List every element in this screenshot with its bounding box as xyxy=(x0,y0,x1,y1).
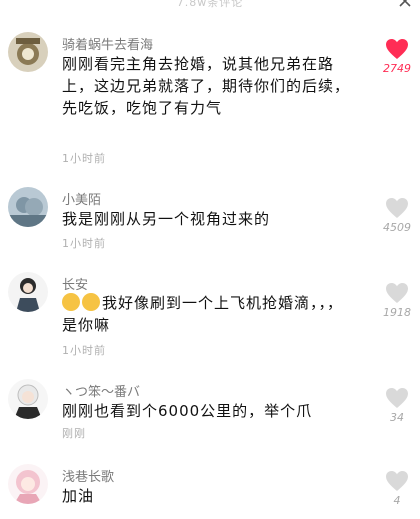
like-count: 1918 xyxy=(383,306,411,319)
comment-item: 浅巷长歌 加油 4 xyxy=(0,460,420,519)
comment-item: ヽつ笨～番バ 刚刚也看到个6000公里的，举个爪 刚刚 34 xyxy=(0,375,420,455)
comment-count-title: 7.8w条评论 xyxy=(176,0,244,9)
like-button[interactable]: 2749 xyxy=(380,38,414,75)
comment-time: 1小时前 xyxy=(62,237,106,250)
avatar[interactable] xyxy=(8,32,48,72)
like-button[interactable]: 4509 xyxy=(380,197,414,234)
avatar[interactable] xyxy=(8,464,48,504)
comment-time: 刚刚 xyxy=(62,427,86,440)
heart-icon xyxy=(386,198,408,218)
avatar[interactable] xyxy=(8,272,48,312)
comment-author[interactable]: 长安 xyxy=(62,274,88,293)
like-button[interactable]: 4 xyxy=(380,470,414,507)
comment-text: 我好像刷到一个上飞机抢婚滴，，，是你嘛 xyxy=(62,292,352,336)
close-icon[interactable] xyxy=(398,0,412,8)
like-button[interactable]: 34 xyxy=(380,387,414,424)
avatar[interactable] xyxy=(8,379,48,419)
comment-text: 刚刚也看到个6000公里的，举个爪 xyxy=(62,402,313,420)
comment-text-body: 我好像刷到一个上飞机抢婚滴，，，是你嘛 xyxy=(62,294,344,334)
comment-author[interactable]: 小美陌 xyxy=(62,189,101,208)
heart-icon xyxy=(386,471,408,491)
comment-time: 1小时前 xyxy=(62,344,106,357)
comments-header: 7.8w条评论 xyxy=(0,0,420,12)
like-button[interactable]: 1918 xyxy=(380,282,414,319)
comment-author[interactable]: 骑着蜗牛去看海 xyxy=(62,34,153,53)
comment-time: 1小时前 xyxy=(62,152,106,165)
comment-item: 骑着蜗牛去看海 刚刚看完主角去抢婚，说其他兄弟在路上，这边兄弟就落了，期待你们的… xyxy=(0,28,420,178)
comment-author[interactable]: 浅巷长歌 xyxy=(62,466,114,485)
like-count: 4509 xyxy=(383,221,411,234)
avatar[interactable] xyxy=(8,187,48,227)
heart-icon xyxy=(386,39,408,59)
comment-text: 我是刚刚从另一个视角过来的 xyxy=(62,210,271,228)
comment-text: 刚刚看完主角去抢婚，说其他兄弟在路上，这边兄弟就落了，期待你们的后续，先吃饭，吃… xyxy=(62,55,351,117)
heart-icon xyxy=(386,283,408,303)
laughing-emoji-icon xyxy=(82,293,100,311)
like-count: 34 xyxy=(390,411,404,424)
comment-item: 长安 我好像刷到一个上飞机抢婚滴，，，是你嘛 1小时前 1918 xyxy=(0,268,420,368)
laughing-emoji-icon xyxy=(62,293,80,311)
comment-item: 小美陌 我是刚刚从另一个视角过来的 1小时前 4509 xyxy=(0,183,420,263)
comment-text: 加油 xyxy=(62,487,95,505)
comment-author[interactable]: ヽつ笨～番バ xyxy=(62,381,140,400)
like-count: 2749 xyxy=(383,62,411,75)
like-count: 4 xyxy=(393,494,401,507)
heart-icon xyxy=(386,388,408,408)
